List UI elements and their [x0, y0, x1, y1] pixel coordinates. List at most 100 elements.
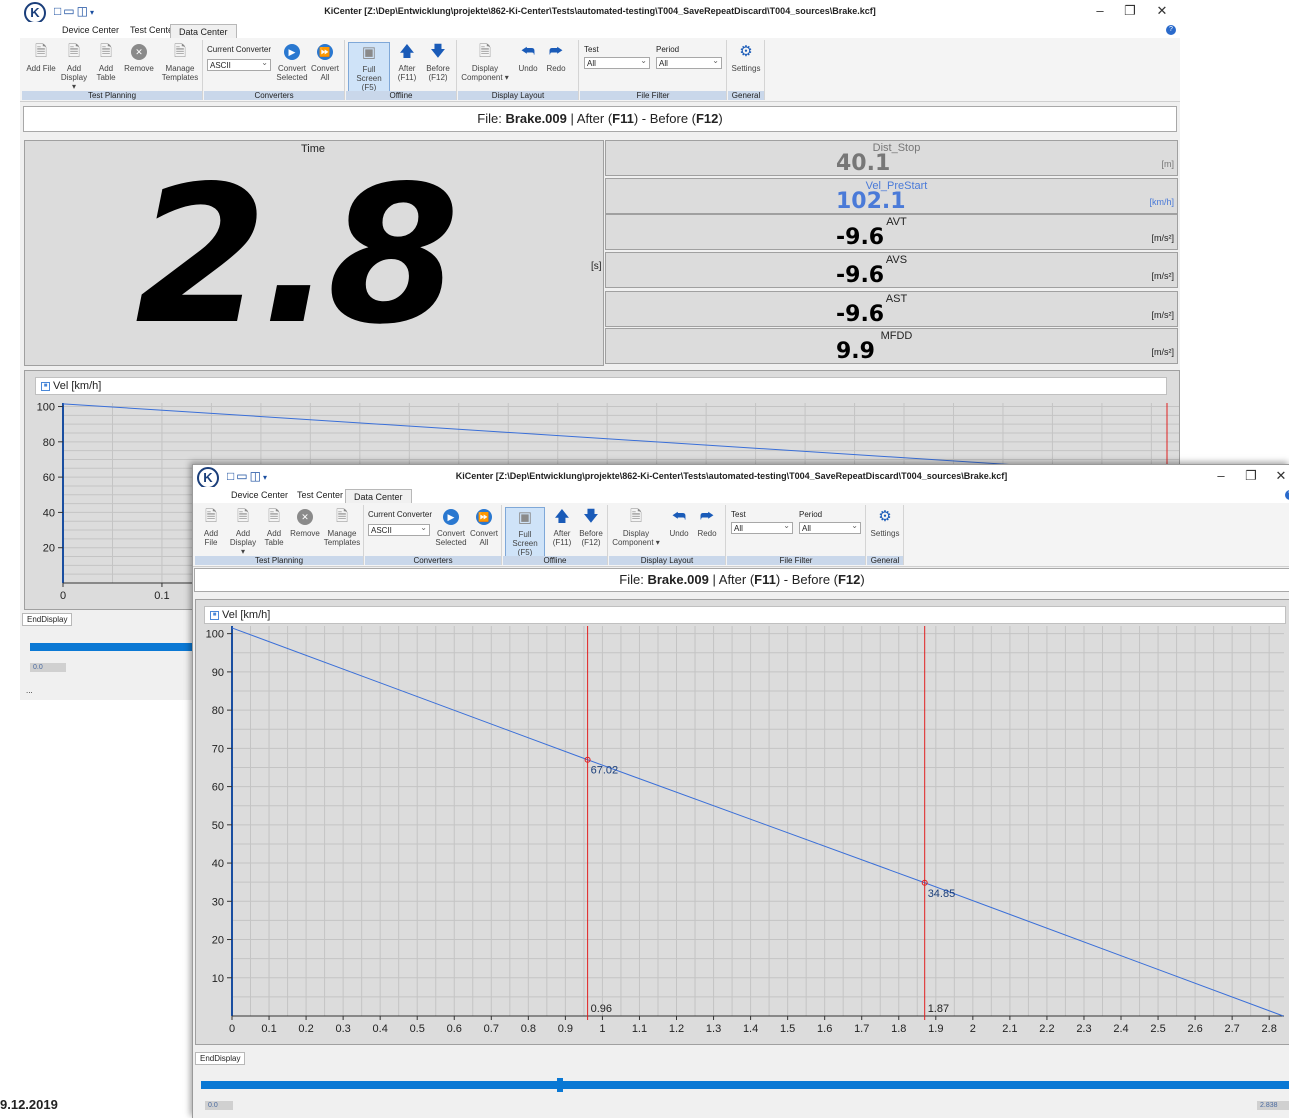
after-button[interactable]: 🡅 After (F11): [394, 42, 420, 82]
time-slider-thumb[interactable]: [557, 1078, 564, 1092]
legend-checkbox-icon[interactable]: ■: [41, 381, 50, 391]
restore-button[interactable]: ❐: [1241, 468, 1261, 484]
convert-selected-button[interactable]: ▶ Convert Selected: [435, 507, 467, 547]
convert-selected-button[interactable]: ▶ Convert Selected: [276, 42, 308, 82]
title-bar: K □▭◫▾ KiCenter [Z:\Dep\Entwicklung\proj…: [20, 0, 1180, 24]
period-filter-select[interactable]: All: [799, 520, 861, 534]
convert-all-button[interactable]: ⏩ Convert All: [469, 507, 499, 547]
help-icon[interactable]: ?: [1166, 25, 1176, 35]
tab-data-center[interactable]: Data Center: [345, 489, 412, 504]
full-screen-button[interactable]: ▣ Full Screen (F5): [348, 42, 390, 92]
chart-legend[interactable]: ■ Vel [km/h]: [204, 606, 1286, 624]
velocity-chart-panel: ■ Vel [km/h] 100 90 80 70 60 50 40 30 20 10 0 0.1 0.2…: [195, 599, 1289, 1045]
file-name: Brake.009: [647, 572, 709, 587]
manage-templates-button[interactable]: 🗎 Manage Templates: [160, 42, 200, 82]
settings-button[interactable]: ⚙ Settings: [869, 507, 901, 538]
y-tick-label: 100: [206, 629, 224, 641]
add-file-button[interactable]: 🗎 Add File: [26, 42, 56, 73]
x-tick-label: 0.4: [373, 1023, 388, 1035]
display-component-button[interactable]: 🗎 Display Component ▾: [460, 42, 510, 82]
test-filter-select[interactable]: All: [584, 55, 650, 69]
redo-icon: ⮫: [549, 43, 563, 60]
slider-end-value: 2.838: [1257, 1101, 1289, 1110]
current-converter-select[interactable]: ASCII: [368, 522, 430, 536]
undo-button[interactable]: ⮪ Undo: [516, 42, 540, 73]
redo-button[interactable]: ⮫ Redo: [695, 507, 719, 538]
metric-value: -9.6: [836, 302, 885, 327]
before-button[interactable]: 🡇 Before (F12): [424, 42, 452, 82]
x-tick-label: 0.5: [410, 1023, 425, 1035]
display-component-button[interactable]: 🗎 Display Component ▾: [611, 507, 661, 547]
period-filter-select[interactable]: All: [656, 55, 722, 69]
time-slider-track[interactable]: [30, 643, 200, 651]
legend-checkbox-icon[interactable]: ■: [210, 610, 219, 620]
arrow-down-icon: 🡇: [430, 43, 446, 60]
x-tick-label: 2.8: [1262, 1023, 1277, 1035]
velocity-chart[interactable]: 1009080706050403020100 0.1 0.2 0.3 0.4 0.5 0.6…: [196, 626, 1289, 1042]
new-file-icon[interactable]: □: [227, 469, 236, 483]
before-button[interactable]: 🡇 Before (F12): [577, 507, 605, 547]
time-slider-track[interactable]: [201, 1081, 1289, 1089]
cursor-value-label: 67.02: [591, 765, 619, 777]
end-display-tab[interactable]: EndDisplay: [22, 613, 73, 626]
x-tick-label: 1.2: [669, 1023, 684, 1035]
y-tick-label: 80: [212, 705, 224, 717]
arrow-down-icon: 🡇: [583, 508, 599, 525]
metric-panel-avt: AVT -9.6 [m/s²]: [605, 214, 1178, 250]
restore-button[interactable]: ❐: [1120, 3, 1140, 19]
full-screen-button[interactable]: ▣ Full Screen (F5): [505, 507, 545, 557]
status-dots: ...: [26, 686, 33, 695]
add-display-button[interactable]: 🗎 Add Display ▾: [227, 507, 259, 556]
minimize-button[interactable]: –: [1211, 468, 1231, 483]
x-tick-label: 2.6: [1187, 1023, 1202, 1035]
arrow-up-icon: 🡅: [554, 508, 570, 525]
foreground-window: K □▭◫▾ KiCenter [Z:\Dep\Entwicklung\proj…: [192, 464, 1289, 1118]
undo-icon: ⮪: [521, 43, 535, 60]
test-filter-select[interactable]: All: [731, 520, 793, 534]
add-table-button[interactable]: 🗎 Add Table: [92, 42, 120, 82]
add-table-button[interactable]: 🗎 Add Table: [261, 507, 287, 547]
tab-device-center[interactable]: Device Center: [62, 25, 119, 35]
x-tick-label: 0.3: [335, 1023, 350, 1035]
after-button[interactable]: 🡅 After (F11): [549, 507, 575, 547]
close-button[interactable]: ✕: [1271, 468, 1289, 484]
remove-button[interactable]: ✕ Remove: [289, 507, 321, 538]
manage-templates-button[interactable]: 🗎 Manage Templates: [323, 507, 361, 547]
remove-button[interactable]: ✕ Remove: [122, 42, 156, 73]
add-table-icon: 🗎: [99, 43, 113, 60]
y-tick-label: 40: [43, 507, 55, 519]
help-icon[interactable]: ?: [1285, 490, 1289, 500]
metric-value: 40.1: [836, 151, 891, 176]
y-tick-label: 10: [212, 973, 224, 985]
fast-forward-icon: ⏩: [476, 509, 492, 525]
group-caption: Test Planning: [22, 91, 202, 100]
y-tick-label: 20: [43, 543, 55, 555]
group-test-planning: 🗎 Add File 🗎 Add Display ▾ 🗎 Add Table ✕ Rem…: [22, 40, 203, 100]
app-logo[interactable]: K: [197, 467, 219, 489]
tab-device-center[interactable]: Device Center: [231, 490, 288, 500]
x-tick-label: 0.1: [261, 1023, 276, 1035]
group-caption: Display Layout: [458, 91, 578, 100]
series-line: [231, 627, 1284, 1017]
tab-test-center[interactable]: Test Center: [297, 490, 343, 500]
close-button[interactable]: ✕: [1152, 3, 1172, 19]
quick-access-toolbar: □▭◫▾: [227, 469, 269, 483]
settings-button[interactable]: ⚙ Settings: [730, 42, 762, 73]
redo-button[interactable]: ⮫ Redo: [544, 42, 568, 73]
convert-all-button[interactable]: ⏩ Convert All: [310, 42, 340, 82]
current-converter-select[interactable]: ASCII: [207, 57, 271, 71]
qat-dropdown-icon[interactable]: ▾: [263, 473, 269, 482]
x-tick-label: 1: [599, 1023, 605, 1035]
save-icon[interactable]: ◫: [250, 469, 263, 483]
minimize-button[interactable]: –: [1090, 3, 1110, 18]
undo-button[interactable]: ⮪ Undo: [667, 507, 691, 538]
tab-data-center[interactable]: Data Center: [170, 24, 237, 39]
add-display-button[interactable]: 🗎 Add Display ▾: [58, 42, 90, 91]
chart-legend[interactable]: ■ Vel [km/h]: [35, 377, 1167, 395]
open-folder-icon[interactable]: ▭: [236, 469, 249, 483]
metric-unit: [m/s²]: [1151, 271, 1175, 281]
add-file-button[interactable]: 🗎 Add File: [197, 507, 225, 547]
x-tick-label: 1.8: [891, 1023, 906, 1035]
y-tick-label: 50: [212, 820, 224, 832]
end-display-tab[interactable]: EndDisplay: [195, 1052, 246, 1065]
